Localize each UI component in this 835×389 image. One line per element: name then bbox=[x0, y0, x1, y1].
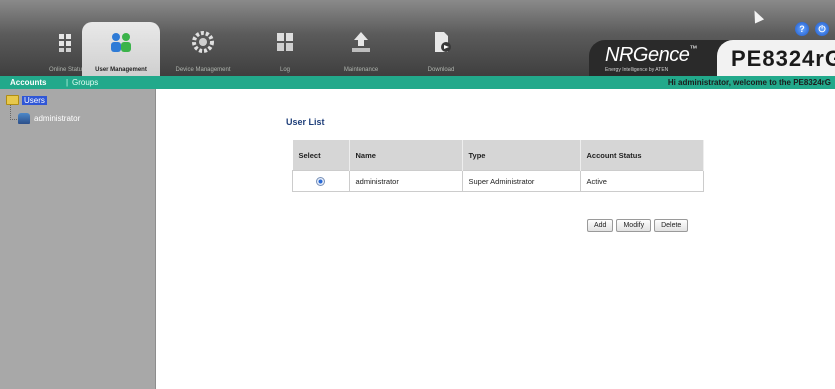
tab-label: Download bbox=[427, 67, 455, 73]
upload-icon bbox=[352, 32, 370, 52]
download-icon bbox=[435, 32, 451, 52]
table-row[interactable]: administrator Super Administrator Active bbox=[292, 170, 704, 192]
welcome-message: Hi administrator, welcome to the PE8324r… bbox=[667, 78, 831, 87]
accounts-link[interactable]: Accounts bbox=[10, 76, 46, 89]
select-cell[interactable] bbox=[292, 170, 350, 192]
grid-icon bbox=[59, 34, 71, 52]
column-header-name: Name bbox=[349, 140, 463, 171]
modify-button[interactable]: Modify bbox=[616, 219, 652, 232]
add-button[interactable]: Add bbox=[587, 219, 614, 232]
tab-label: Maintenance bbox=[343, 67, 379, 73]
tab-label: Device Management bbox=[175, 67, 231, 73]
tree-node-users[interactable]: Users bbox=[6, 95, 47, 105]
type-cell: Super Administrator bbox=[461, 170, 581, 192]
folder-icon bbox=[6, 95, 19, 105]
sidebar: Users administrator bbox=[0, 89, 156, 389]
user-icon bbox=[18, 113, 30, 124]
status-cell: Active bbox=[579, 170, 704, 192]
sub-navigation-bar: Accounts | Groups Hi administrator, welc… bbox=[0, 76, 835, 89]
page-title: User List bbox=[286, 117, 325, 127]
mouse-cursor-icon bbox=[749, 8, 765, 24]
select-radio[interactable] bbox=[316, 176, 326, 186]
nrgence-logo: NRGence™ bbox=[605, 44, 697, 66]
users-icon bbox=[111, 33, 131, 52]
name-cell: administrator bbox=[348, 170, 463, 192]
groups-link[interactable]: Groups bbox=[72, 76, 98, 89]
gear-icon bbox=[192, 31, 214, 53]
user-list-table: Select Name Type Account Status administ… bbox=[292, 140, 704, 192]
delete-button[interactable]: Delete bbox=[654, 219, 689, 232]
tab-label: User Management bbox=[95, 67, 147, 73]
brand-area: NRGence™ Energy Intelligence by ATEN PE8… bbox=[589, 40, 835, 76]
tree-node-label: Users bbox=[22, 95, 47, 105]
tree-node-administrator[interactable]: administrator bbox=[18, 113, 80, 124]
tab-user-management[interactable]: User Management bbox=[82, 22, 160, 76]
column-header-status: Account Status bbox=[580, 140, 704, 171]
separator: | bbox=[66, 78, 69, 87]
tab-maintenance[interactable]: Maintenance bbox=[322, 22, 400, 76]
model-name: PE8324rG bbox=[731, 46, 835, 71]
action-buttons: Add Modify Delete bbox=[587, 219, 689, 232]
tree-node-label: administrator bbox=[34, 114, 81, 123]
column-header-select: Select bbox=[292, 140, 350, 171]
tab-log[interactable]: Log bbox=[246, 22, 324, 76]
model-badge: PE8324rG bbox=[717, 40, 835, 76]
logout-icon[interactable]: ⏻ bbox=[815, 22, 829, 36]
log-icon bbox=[277, 33, 293, 51]
tab-download[interactable]: Download bbox=[402, 22, 480, 76]
brand-tagline: Energy Intelligence by ATEN bbox=[605, 67, 669, 73]
tab-device-management[interactable]: Device Management bbox=[164, 22, 242, 76]
tab-label: Log bbox=[279, 67, 290, 73]
main-content: User List Select Name Type Account Statu… bbox=[156, 89, 835, 389]
help-icon[interactable]: ? bbox=[795, 22, 809, 36]
top-header: Online Status User Management Device Man… bbox=[0, 0, 835, 76]
column-header-type: Type bbox=[462, 140, 581, 171]
